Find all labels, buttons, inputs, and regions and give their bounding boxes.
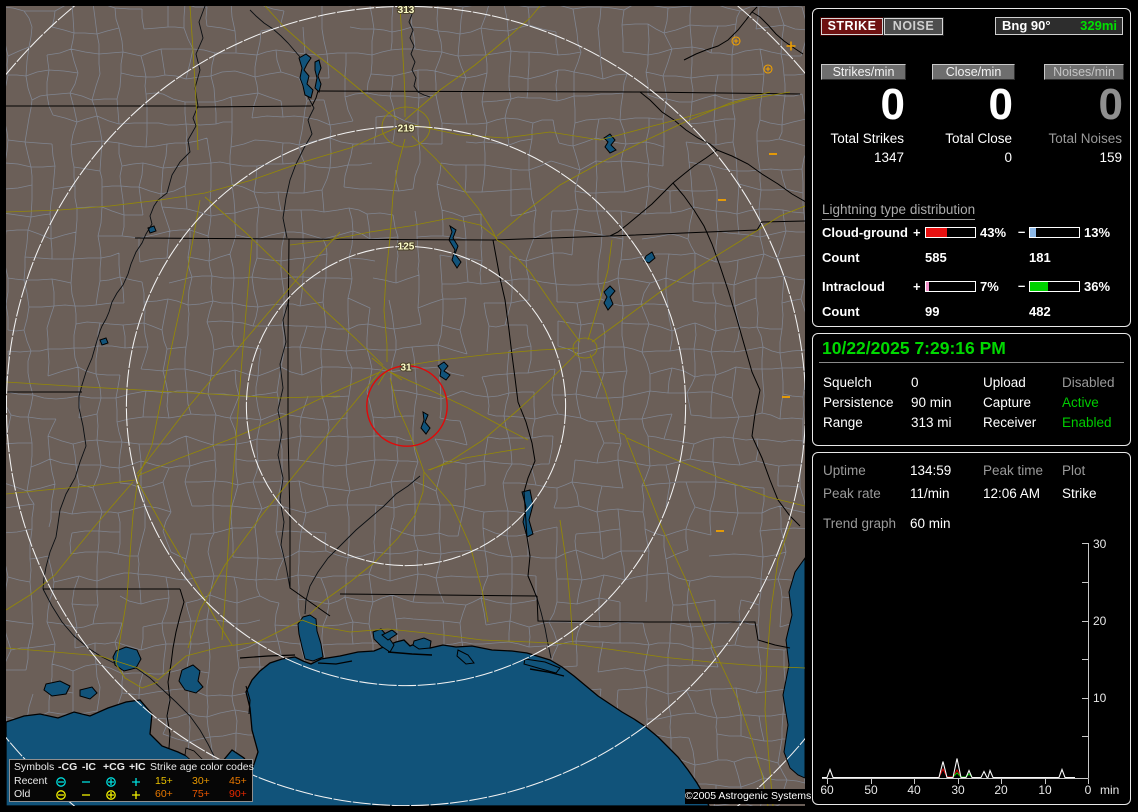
svg-text:10: 10 xyxy=(1038,783,1052,797)
svg-text:30: 30 xyxy=(951,783,965,797)
svg-text:40: 40 xyxy=(907,783,921,797)
svg-text:10: 10 xyxy=(1093,691,1107,705)
svg-text:50: 50 xyxy=(864,783,878,797)
svg-text:min: min xyxy=(1100,783,1119,797)
svg-text:313: 313 xyxy=(398,6,415,16)
svg-text:20: 20 xyxy=(994,783,1008,797)
svg-text:0: 0 xyxy=(1085,783,1092,797)
svg-text:125: 125 xyxy=(398,242,415,253)
svg-text:60: 60 xyxy=(820,783,834,797)
svg-text:20: 20 xyxy=(1093,614,1107,628)
svg-text:30: 30 xyxy=(1093,537,1107,551)
svg-text:31: 31 xyxy=(400,363,412,374)
svg-text:219: 219 xyxy=(398,124,415,135)
